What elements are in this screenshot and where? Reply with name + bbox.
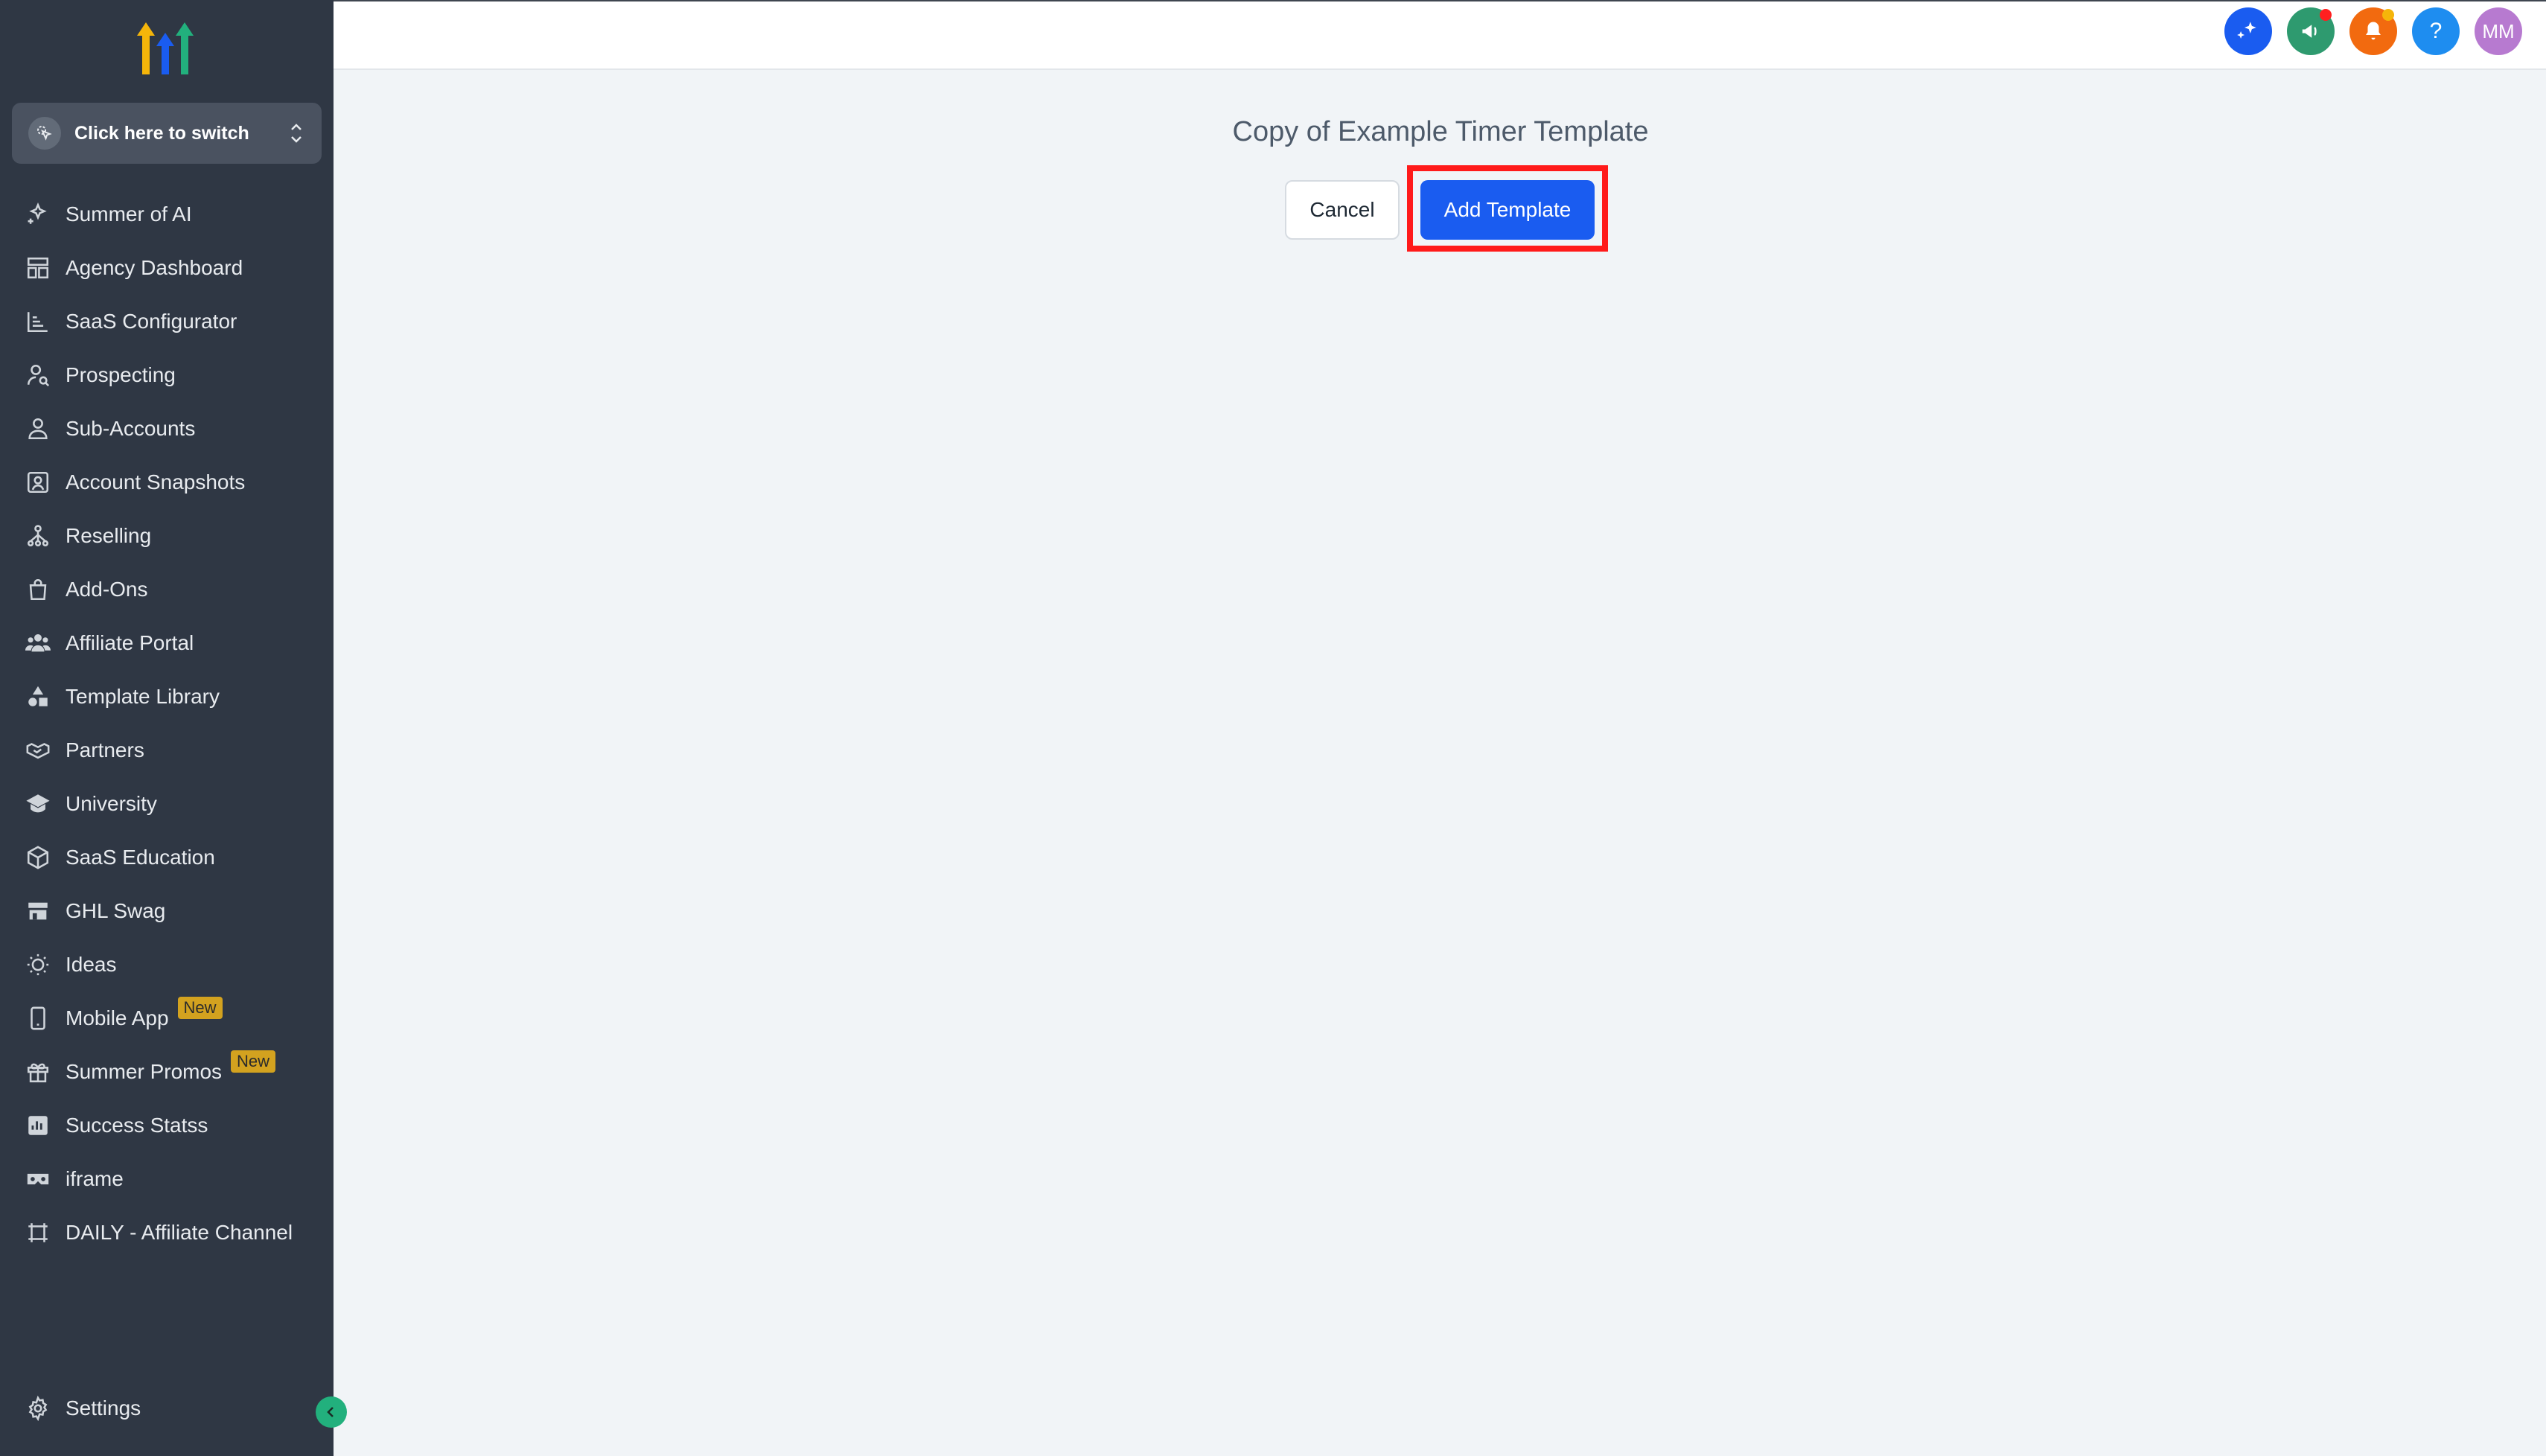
vr-icon	[24, 1165, 52, 1193]
shapes-icon	[24, 683, 52, 711]
switcher-label: Click here to switch	[74, 122, 249, 144]
sparkle-icon	[24, 200, 52, 229]
sidebar-item-template-library[interactable]: Template Library	[0, 670, 334, 724]
sidebar-item-label: University	[66, 792, 157, 815]
sidebar-item-affiliate-portal[interactable]: Affiliate Portal	[0, 616, 334, 670]
handshake-icon	[24, 736, 52, 764]
sidebar-item-label: SaaS Configurator	[66, 310, 237, 333]
sidebar-item-label: iframe	[66, 1167, 124, 1190]
sidebar-item-label: Affiliate Portal	[66, 631, 194, 654]
gear-icon	[24, 1394, 52, 1423]
new-badge: New	[177, 997, 223, 1019]
help-button[interactable]: ?	[2412, 7, 2460, 55]
sidebar: Click here to switch Summer of AI Agency…	[0, 0, 347, 1456]
sidebar-item-saas-configurator[interactable]: SaaS Configurator	[0, 295, 334, 348]
sidebar-item-partners[interactable]: Partners	[0, 724, 334, 777]
sidebar-item-settings[interactable]: Settings	[0, 1382, 334, 1435]
network-icon	[24, 522, 52, 550]
cube-icon	[24, 843, 52, 872]
sidebar-item-university[interactable]: University	[0, 777, 334, 831]
sidebar-item-label: Mobile App	[66, 1006, 169, 1029]
bag-icon	[24, 575, 52, 604]
dashboard-icon	[24, 254, 52, 282]
sidebar-item-daily-affiliate-channel[interactable]: DAILY - Affiliate Channel	[0, 1206, 334, 1259]
ai-assistant-button[interactable]	[2224, 7, 2272, 55]
sidebar-item-account-snapshots[interactable]: Account Snapshots	[0, 456, 334, 509]
collapse-sidebar-button[interactable]	[316, 1396, 347, 1428]
sidebar-item-reselling[interactable]: Reselling	[0, 509, 334, 563]
sidebar-item-label: Reselling	[66, 524, 152, 547]
sidebar-item-label: DAILY - Affiliate Channel	[66, 1221, 293, 1244]
notification-dot	[2382, 9, 2394, 21]
help-icon: ?	[2429, 19, 2443, 43]
sidebar-item-iframe[interactable]: iframe	[0, 1152, 334, 1206]
bell-icon	[2366, 22, 2381, 40]
chevron-updown-icon	[287, 118, 305, 148]
sidebar-item-label: Partners	[66, 738, 144, 761]
sidebar-item-label: Prospecting	[66, 363, 176, 386]
sidebar-item-label: Template Library	[66, 685, 220, 708]
lightbulb-icon	[24, 951, 52, 979]
sidebar-item-add-ons[interactable]: Add-Ons	[0, 563, 334, 616]
frame-icon	[24, 1219, 52, 1247]
pointer-click-icon	[28, 117, 61, 150]
cancel-button[interactable]: Cancel	[1285, 180, 1400, 240]
sidebar-item-label: Agency Dashboard	[66, 256, 243, 279]
graduation-cap-icon	[24, 790, 52, 818]
notification-dot	[2320, 9, 2332, 21]
sidebar-item-prospecting[interactable]: Prospecting	[0, 348, 334, 402]
announcements-button[interactable]	[2287, 7, 2335, 55]
sidebar-item-label: Account Snapshots	[66, 470, 246, 494]
sidebar-item-label: SaaS Education	[66, 846, 215, 869]
sidebar-item-ideas[interactable]: Ideas	[0, 938, 334, 992]
sidebar-item-label: Success Statss	[66, 1114, 208, 1137]
sidebar-item-label: GHL Swag	[66, 899, 166, 922]
user-icon	[24, 415, 52, 443]
sidebar-item-mobile-app[interactable]: Mobile App New	[0, 992, 334, 1045]
ai-sparkle-icon	[2237, 22, 2256, 39]
sidebar-item-summer-of-ai[interactable]: Summer of AI	[0, 188, 334, 241]
sidebar-item-ghl-swag[interactable]: GHL Swag	[0, 884, 334, 938]
sidebar-item-label: Summer Promos	[66, 1060, 223, 1083]
sidebar-item-agency-dashboard[interactable]: Agency Dashboard	[0, 241, 334, 295]
sidebar-item-sub-accounts[interactable]: Sub-Accounts	[0, 402, 334, 456]
user-search-icon	[24, 361, 52, 389]
mobile-icon	[24, 1004, 52, 1032]
sidebar-item-label: Ideas	[66, 953, 117, 976]
stats-icon	[24, 1111, 52, 1140]
sidebar-item-label: Summer of AI	[66, 202, 192, 226]
notifications-button[interactable]	[2349, 7, 2397, 55]
new-badge: New	[231, 1050, 276, 1073]
chart-icon	[24, 307, 52, 336]
snapshot-icon	[24, 468, 52, 496]
sidebar-item-label: Sub-Accounts	[66, 417, 196, 440]
page-title: Copy of Example Timer Template	[1232, 116, 1649, 147]
avatar-initials: MM	[2482, 19, 2515, 42]
add-template-button[interactable]: Add Template	[1420, 180, 1595, 240]
sidebar-item-success-statss[interactable]: Success Statss	[0, 1099, 334, 1152]
gift-icon	[24, 1058, 52, 1086]
megaphone-icon	[2302, 25, 2317, 38]
account-switcher[interactable]: Click here to switch	[12, 103, 322, 164]
chevron-left-icon	[327, 1407, 334, 1417]
top-bar: ? MM	[334, 0, 2546, 70]
sidebar-item-label: Add-Ons	[66, 578, 148, 601]
store-icon	[24, 897, 52, 925]
arrows-up-logo[interactable]	[134, 19, 198, 77]
sidebar-item-saas-education[interactable]: SaaS Education	[0, 831, 334, 884]
avatar[interactable]: MM	[2475, 7, 2522, 55]
sidebar-item-summer-promos[interactable]: Summer Promos New	[0, 1045, 334, 1099]
settings-label: Settings	[66, 1396, 141, 1420]
users-icon	[24, 629, 52, 657]
